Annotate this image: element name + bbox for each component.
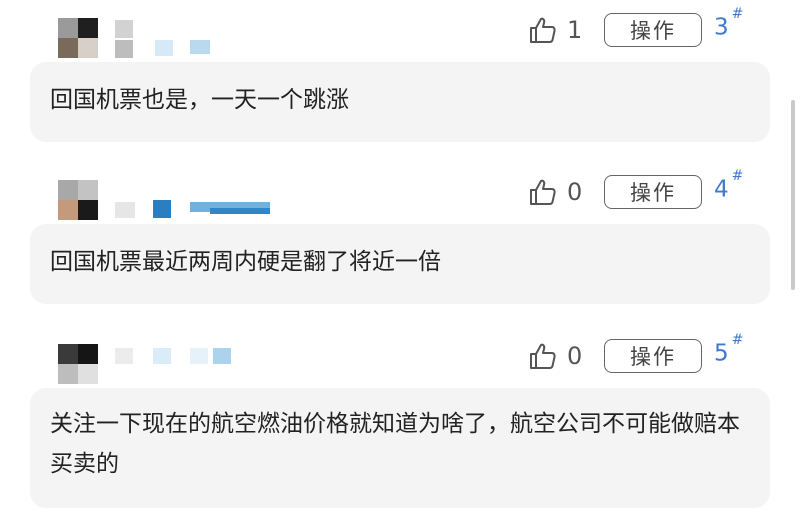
scrollbar[interactable] [791, 100, 795, 290]
avatar[interactable] [58, 18, 98, 58]
action-button[interactable]: 操作 [604, 175, 702, 209]
comment-bubble: 关注一下现在的航空燃油价格就知道为啥了，航空公司不可能做赔本买卖的 [30, 388, 770, 508]
thumbs-up-icon [530, 17, 556, 43]
like-button[interactable]: 0 [527, 174, 587, 210]
thumbs-up-icon [530, 179, 556, 205]
floor-number: 5# [714, 332, 743, 367]
floor-number-value: 3 [714, 14, 729, 41]
comment-header: 0 操作 4# [0, 162, 800, 222]
comment-text: 关注一下现在的航空燃油价格就知道为啥了，航空公司不可能做赔本买卖的 [50, 411, 740, 477]
comment-bubble: 回国机票也是，一天一个跳涨 [30, 62, 770, 142]
action-button[interactable]: 操作 [604, 339, 702, 373]
comment-bubble: 回国机票最近两周内硬是翻了将近一倍 [30, 224, 770, 304]
floor-number: 3# [714, 6, 743, 41]
comment-text: 回国机票也是，一天一个跳涨 [50, 87, 349, 113]
comment-header: 0 操作 5# [0, 326, 800, 386]
comment-header: 1 操作 3# [0, 0, 800, 60]
floor-number: 4# [714, 168, 743, 203]
like-button[interactable]: 1 [527, 12, 587, 48]
avatar[interactable] [58, 180, 98, 220]
floor-mark: # [731, 6, 744, 22]
like-button[interactable]: 0 [527, 338, 587, 374]
username-blurred[interactable] [115, 20, 335, 60]
floor-number-value: 5 [714, 340, 729, 367]
action-button[interactable]: 操作 [604, 13, 702, 47]
like-count: 1 [567, 16, 583, 44]
thumbs-up-icon [530, 343, 556, 369]
like-count: 0 [567, 178, 583, 206]
avatar[interactable] [58, 344, 98, 384]
username-blurred[interactable] [115, 182, 335, 222]
floor-mark: # [731, 332, 744, 348]
username-blurred[interactable] [115, 346, 335, 386]
floor-mark: # [731, 168, 744, 184]
like-count: 0 [567, 342, 583, 370]
floor-number-value: 4 [714, 176, 729, 203]
comment-text: 回国机票最近两周内硬是翻了将近一倍 [50, 249, 441, 275]
